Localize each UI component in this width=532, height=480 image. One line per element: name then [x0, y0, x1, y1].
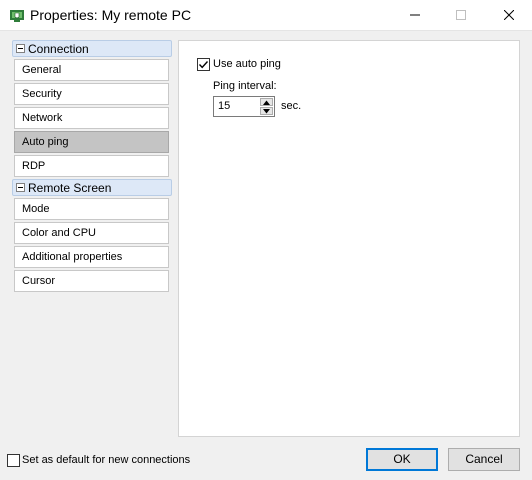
use-auto-ping-label[interactable]: Use auto ping [213, 58, 281, 70]
sidebar-item-label: Network [22, 112, 63, 124]
group-label: Remote Screen [28, 181, 112, 195]
group-header-remote-screen[interactable]: Remote Screen [12, 179, 172, 196]
collapse-icon[interactable] [16, 44, 25, 53]
sidebar-item-label: Mode [22, 203, 50, 215]
ok-button[interactable]: OK [366, 448, 438, 471]
set-default-label[interactable]: Set as default for new connections [22, 454, 190, 466]
title-bar: Properties: My remote PC [0, 0, 532, 31]
use-auto-ping-checkbox[interactable] [197, 58, 210, 71]
sidebar-item-label: Color and CPU [22, 227, 96, 239]
window-title: Properties: My remote PC [30, 7, 192, 23]
sidebar-item-label: Auto ping [22, 136, 69, 148]
minimize-button[interactable] [392, 0, 438, 31]
sidebar-item-label: Security [22, 88, 62, 100]
ping-interval-value[interactable]: 15 [218, 100, 230, 112]
increment-button[interactable] [260, 98, 273, 106]
sidebar-item-auto-ping[interactable]: Auto ping [14, 131, 169, 153]
close-icon [503, 9, 515, 23]
cancel-button[interactable]: Cancel [448, 448, 520, 471]
close-button[interactable] [486, 0, 532, 31]
sidebar-item-mode[interactable]: Mode [14, 198, 169, 220]
group-header-connection[interactable]: Connection [12, 40, 172, 57]
set-default-checkbox[interactable] [7, 454, 20, 467]
maximize-button [438, 0, 484, 31]
sidebar-item-color-and-cpu[interactable]: Color and CPU [14, 222, 169, 244]
collapse-icon[interactable] [16, 183, 25, 192]
group-label: Connection [28, 42, 89, 56]
sidebar-item-additional-properties[interactable]: Additional properties [14, 246, 169, 268]
sidebar-item-general[interactable]: General [14, 59, 169, 81]
ping-interval-stepper[interactable]: 15 [213, 96, 275, 117]
remote-pc-shield-icon [9, 8, 25, 24]
sidebar-item-cursor[interactable]: Cursor [14, 270, 169, 292]
ping-interval-unit: sec. [281, 100, 302, 112]
minimize-icon [410, 9, 420, 23]
sidebar-item-label: Cursor [22, 275, 56, 287]
sidebar-item-label: Additional properties [22, 251, 123, 263]
sidebar-item-label: RDP [22, 160, 46, 172]
sidebar-item-label: General [22, 64, 62, 76]
decrement-button[interactable] [260, 107, 273, 115]
sidebar-item-rdp[interactable]: RDP [14, 155, 169, 177]
ping-interval-label: Ping interval: [213, 80, 277, 92]
sidebar-item-security[interactable]: Security [14, 83, 169, 105]
sidebar-item-network[interactable]: Network [14, 107, 169, 129]
maximize-icon [456, 9, 466, 23]
